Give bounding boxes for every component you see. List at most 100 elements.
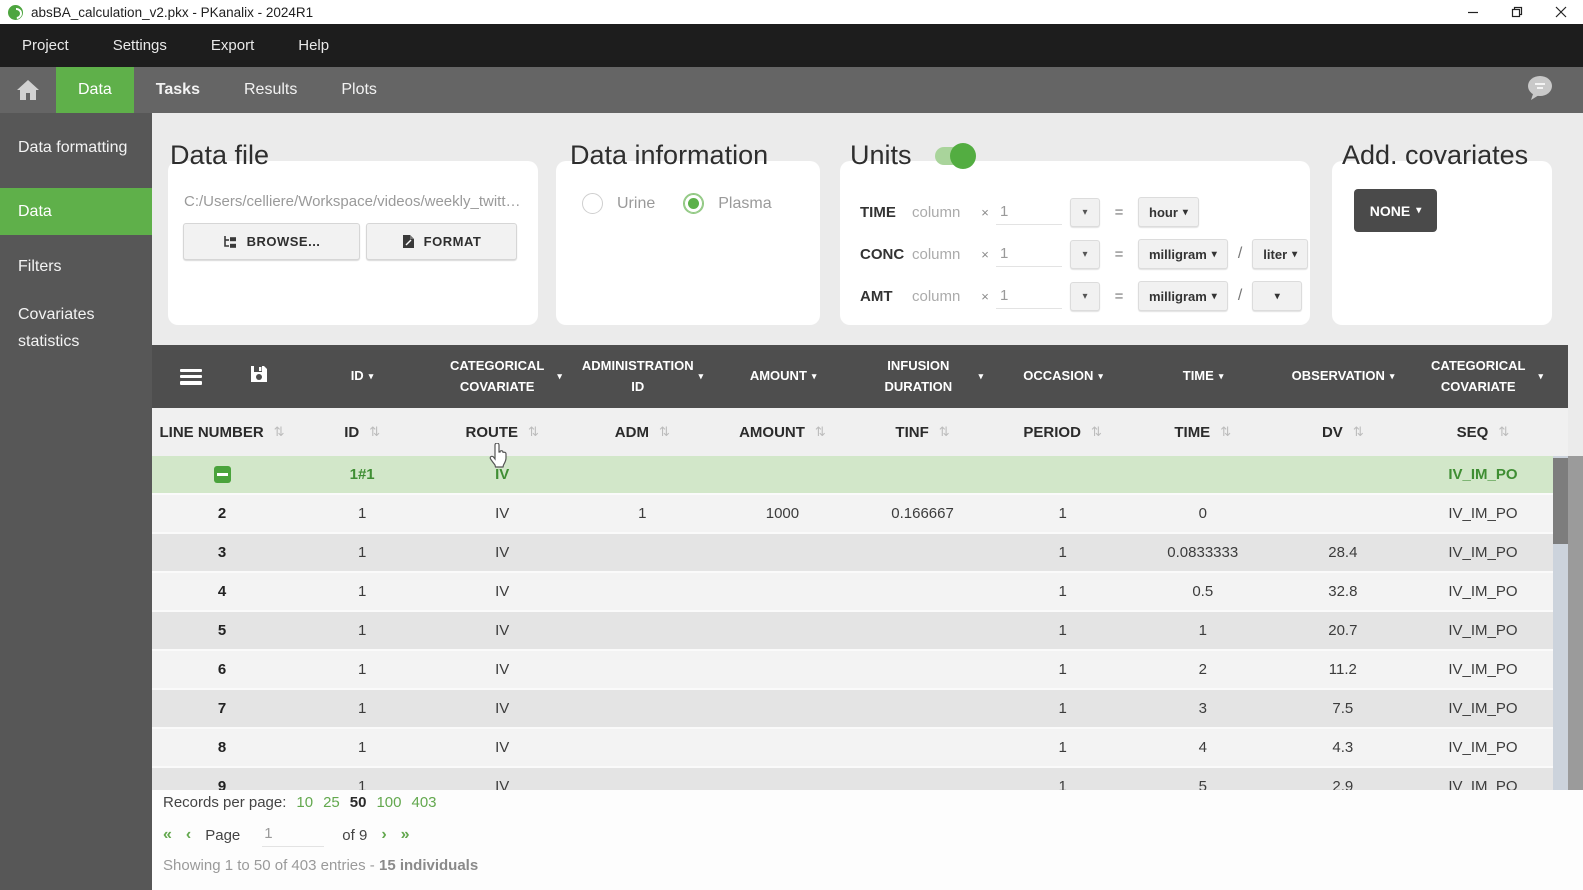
tab-plots[interactable]: Plots — [319, 67, 399, 113]
scrollbar-thumb[interactable] — [1553, 458, 1568, 544]
feedback-chat-icon[interactable] — [1525, 74, 1555, 106]
colheader-dv[interactable]: DV ⇅ — [1273, 408, 1413, 456]
units-toggle[interactable] — [935, 143, 976, 169]
table-row[interactable]: 3 1 IV 1 0.0833333 28.4 IV_IM_PO — [152, 534, 1553, 573]
table-row[interactable]: 8 1 IV 1 4 4.3 IV_IM_PO — [152, 729, 1553, 768]
sort-icon[interactable]: ⇅ — [1498, 424, 1509, 440]
amt-numerator-select[interactable]: milligram ▾ — [1138, 281, 1228, 311]
table-row[interactable]: 4 1 IV 1 0.5 32.8 IV_IM_PO — [152, 573, 1553, 612]
page-number-input[interactable] — [262, 823, 325, 847]
restore-button[interactable] — [1495, 0, 1539, 24]
next-page-button[interactable]: › — [381, 826, 386, 844]
sort-icon[interactable]: ⇅ — [274, 424, 285, 440]
time-multiplier-input[interactable] — [996, 199, 1062, 225]
sidebar-item-data[interactable]: Data — [0, 188, 152, 235]
table-row[interactable]: 7 1 IV 1 3 7.5 IV_IM_PO — [152, 690, 1553, 729]
records-option-100[interactable]: 100 — [376, 794, 401, 811]
table-row[interactable]: 2 1 IV 1 1000 0.166667 1 0 IV_IM_PO — [152, 495, 1553, 534]
menu-help[interactable]: Help — [298, 37, 329, 54]
minimize-button[interactable] — [1451, 0, 1495, 24]
table-cell: IV — [495, 739, 510, 756]
save-icon[interactable] — [250, 365, 268, 388]
sort-icon[interactable]: ⇅ — [939, 424, 950, 440]
coltype-time-dropdown[interactable]: TIME ▾ — [1133, 345, 1273, 408]
table-cell: 0.0833333 — [1167, 544, 1239, 561]
title-bar: absBA_calculation_v2.pkx - PKanalix - 20… — [0, 0, 1583, 24]
time-unit-select[interactable]: hour ▾ — [1138, 197, 1199, 227]
sort-icon[interactable]: ⇅ — [528, 424, 539, 440]
first-page-button[interactable]: « — [163, 826, 172, 844]
tab-results[interactable]: Results — [222, 67, 319, 113]
colheader-tinf[interactable]: TINF ⇅ — [853, 408, 993, 456]
records-option-50[interactable]: 50 — [350, 794, 367, 811]
coltype-label: OBSERVATION — [1291, 368, 1385, 384]
colheader-period[interactable]: PERIOD ⇅ — [993, 408, 1133, 456]
conc-multiplier-input[interactable] — [996, 241, 1062, 267]
plasma-radio-label[interactable]: Plasma — [718, 195, 771, 213]
sidebar-item-filters[interactable]: Filters — [0, 243, 152, 290]
conc-denominator-select[interactable]: liter ▾ — [1252, 239, 1309, 269]
collapse-group-icon[interactable] — [213, 466, 231, 483]
table-cell: IV — [495, 544, 510, 561]
colheader-seq[interactable]: SEQ ⇅ — [1413, 408, 1553, 456]
table-row[interactable]: 9 1 IV 1 5 2.9 IV_IM_PO — [152, 768, 1553, 790]
none-covariates-dropdown[interactable]: NONE ▾ — [1354, 189, 1437, 232]
menu-settings[interactable]: Settings — [113, 37, 167, 54]
table-cell: 1 — [1198, 622, 1207, 639]
tab-data[interactable]: Data — [56, 67, 134, 113]
sort-icon[interactable]: ⇅ — [1220, 424, 1231, 440]
amt-multiplier-dropdown[interactable]: ▾ — [1070, 281, 1100, 311]
plasma-radio[interactable] — [683, 193, 705, 214]
sidebar-item-data-formatting[interactable]: Data formatting — [0, 124, 152, 171]
sort-icon[interactable]: ⇅ — [1091, 424, 1102, 440]
colheader-line-number[interactable]: LINE NUMBER ⇅ — [152, 408, 292, 456]
vertical-scrollbar[interactable] — [1553, 456, 1568, 790]
home-icon[interactable] — [15, 78, 41, 102]
conc-multiplier-dropdown[interactable]: ▾ — [1070, 239, 1100, 269]
records-option-10[interactable]: 10 — [296, 794, 313, 811]
conc-numerator-select[interactable]: milligram ▾ — [1138, 239, 1228, 269]
menu-export[interactable]: Export — [211, 37, 254, 54]
records-option-25[interactable]: 25 — [323, 794, 340, 811]
amt-denominator-select[interactable]: ▾ — [1252, 281, 1303, 311]
table-menu-icon[interactable] — [180, 368, 202, 385]
table-row[interactable]: 5 1 IV 1 1 20.7 IV_IM_PO — [152, 612, 1553, 651]
last-page-button[interactable]: » — [401, 826, 410, 844]
colheader-time[interactable]: TIME ⇅ — [1133, 408, 1273, 456]
colheader-id[interactable]: ID ⇅ — [292, 408, 432, 456]
menu-project[interactable]: Project — [22, 37, 69, 54]
coltype-occasion-dropdown[interactable]: OCCASION ▾ — [993, 345, 1133, 408]
records-option-403[interactable]: 403 — [412, 794, 437, 811]
colheader-amount[interactable]: AMOUNT ⇅ — [712, 408, 852, 456]
tab-tasks[interactable]: Tasks — [134, 67, 222, 113]
coltype-infusion-duration-dropdown[interactable]: INFUSION DURATION ▾ — [853, 345, 993, 408]
coltype-observation-dropdown[interactable]: OBSERVATION ▾ — [1273, 345, 1413, 408]
coltype-categorical-covariate-dropdown[interactable]: CATEGORICAL COVARIATE ▾ — [432, 345, 572, 408]
close-button[interactable] — [1539, 0, 1583, 24]
urine-radio-label[interactable]: Urine — [617, 195, 655, 213]
urine-radio[interactable] — [582, 193, 603, 214]
time-multiplier-dropdown[interactable]: ▾ — [1070, 197, 1100, 227]
coltype-id-dropdown[interactable]: ID ▾ — [292, 345, 432, 408]
coltype-administration-id-dropdown[interactable]: ADMINISTRATION ID ▾ — [572, 345, 713, 408]
browse-button[interactable]: BROWSE... — [183, 223, 360, 260]
prev-page-button[interactable]: ‹ — [186, 826, 191, 844]
table-row[interactable]: 1#1 IV IV_IM_PO — [152, 456, 1553, 495]
coltype-amount-dropdown[interactable]: AMOUNT ▾ — [713, 345, 853, 408]
page-count-label: of 9 — [342, 826, 368, 844]
sort-icon[interactable]: ⇅ — [1353, 424, 1364, 440]
sort-icon[interactable]: ⇅ — [815, 424, 826, 440]
colheader-adm[interactable]: ADM ⇅ — [572, 408, 712, 456]
amt-multiplier-input[interactable] — [996, 283, 1062, 309]
colheader-label: TINF — [895, 423, 929, 441]
chevron-down-icon: ▾ — [1082, 290, 1088, 302]
sort-icon[interactable]: ⇅ — [369, 424, 380, 440]
sidebar-item-covariates-statistics[interactable]: Covariates statistics — [0, 291, 152, 365]
table-row[interactable]: 6 1 IV 1 2 11.2 IV_IM_PO — [152, 651, 1553, 690]
sort-icon[interactable]: ⇅ — [659, 424, 670, 440]
coltype-label: CATEGORICAL COVARIATE — [449, 357, 545, 394]
table-cell — [712, 456, 852, 493]
format-button[interactable]: FORMAT — [366, 223, 517, 260]
coltype-categorical-covariate2-dropdown[interactable]: CATEGORICAL COVARIATE ▾ — [1413, 345, 1553, 408]
format-button-label: FORMAT — [423, 234, 482, 249]
